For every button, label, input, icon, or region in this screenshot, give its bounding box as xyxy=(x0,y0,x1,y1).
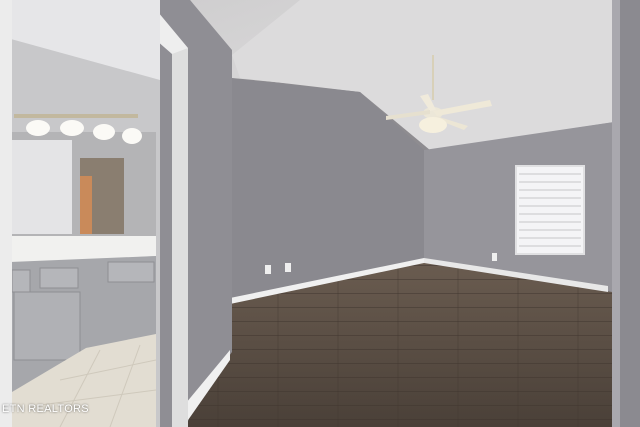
room-photo: ETN REALTORS xyxy=(0,0,640,427)
bathroom-view xyxy=(0,0,160,427)
watermark-text: ETN REALTORS xyxy=(2,403,89,415)
wall-outlet xyxy=(265,265,271,274)
window xyxy=(515,165,585,255)
wall-outlet xyxy=(492,253,497,261)
room-illustration xyxy=(0,0,640,427)
wall-outlet xyxy=(285,263,291,272)
open-door-edge xyxy=(0,0,12,427)
